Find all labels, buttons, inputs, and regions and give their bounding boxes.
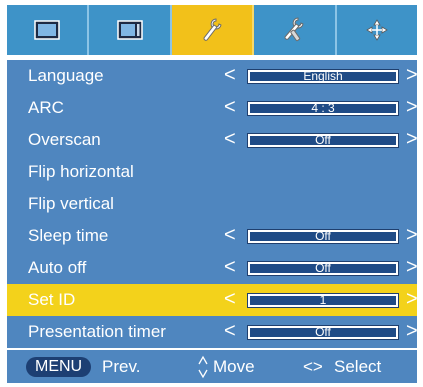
menu-label: Flip vertical <box>28 194 114 213</box>
prev-label: Prev. <box>102 357 141 376</box>
left-right-key: <> <box>303 357 323 376</box>
right-arrow-icon[interactable]: > <box>406 92 418 124</box>
menu-label: Auto off <box>28 258 87 277</box>
select-label: Select <box>334 357 382 376</box>
right-arrow-icon[interactable]: > <box>406 316 418 348</box>
left-arrow-icon[interactable]: < <box>224 92 236 124</box>
left-arrow-icon[interactable]: < <box>224 220 236 252</box>
right-arrow-icon[interactable]: > <box>406 60 418 92</box>
settings-menu: Language < English > ARC < 4 : 3 > Overs… <box>7 60 418 348</box>
menu-row-sleep-time[interactable]: Sleep time < Off > <box>7 220 418 252</box>
up-down-icon <box>197 354 209 380</box>
menu-row-language[interactable]: Language < English > <box>7 60 418 92</box>
menu-label: Language <box>28 66 104 85</box>
value-text: 1 <box>319 293 327 307</box>
menu-label: Overscan <box>28 130 101 149</box>
left-arrow-icon[interactable]: < <box>224 60 236 92</box>
value-text: 4 : 3 <box>311 101 335 115</box>
tab-options[interactable] <box>171 5 255 55</box>
tab-bar <box>7 5 417 55</box>
menu-label: ARC <box>28 98 64 117</box>
value-text: Off <box>315 133 331 147</box>
value-text: Off <box>315 325 331 339</box>
menu-label: Flip horizontal <box>28 162 134 181</box>
menu-row-set-id[interactable]: Set ID < 1 > <box>7 284 418 316</box>
tab-tools[interactable] <box>254 5 337 55</box>
picture-icon <box>34 20 60 40</box>
menu-key-badge: MENU <box>26 357 92 377</box>
left-arrow-icon[interactable]: < <box>224 252 236 284</box>
value-box: English <box>247 69 399 84</box>
menu-row-auto-off[interactable]: Auto off < Off > <box>7 252 418 284</box>
tab-picture[interactable] <box>7 5 90 55</box>
menu-label: Sleep time <box>28 226 109 245</box>
value-box: Off <box>247 325 399 340</box>
right-arrow-icon[interactable]: > <box>406 252 418 284</box>
tab-screen[interactable] <box>89 5 172 55</box>
menu-row-flip-vertical[interactable]: Flip vertical <box>7 188 417 220</box>
menu-row-arc[interactable]: ARC < 4 : 3 > <box>7 92 418 124</box>
menu-row-flip-horizontal[interactable]: Flip horizontal <box>7 156 417 188</box>
footer-help-bar: MENU Prev. Move <> Select <box>7 350 417 383</box>
value-text: Off <box>315 229 331 243</box>
value-box: 1 <box>247 293 399 308</box>
value-text: Off <box>315 261 331 275</box>
left-arrow-icon[interactable]: < <box>224 284 236 316</box>
input-arrows-icon <box>364 17 390 43</box>
wrench-icon <box>199 16 225 44</box>
left-arrow-icon[interactable]: < <box>224 316 236 348</box>
value-box: Off <box>247 261 399 276</box>
menu-label: Set ID <box>28 290 76 309</box>
right-arrow-icon[interactable]: > <box>406 220 418 252</box>
value-box: 4 : 3 <box>247 101 399 116</box>
value-box: Off <box>247 133 399 148</box>
value-box: Off <box>247 229 399 244</box>
menu-label: Presentation timer <box>28 322 166 341</box>
osd-menu: Language < English > ARC < 4 : 3 > Overs… <box>7 5 418 383</box>
tab-input[interactable] <box>337 5 417 55</box>
screen-icon <box>116 20 143 40</box>
left-arrow-icon[interactable]: < <box>224 124 236 156</box>
menu-row-presentation-timer[interactable]: Presentation timer < Off > <box>7 316 418 348</box>
right-arrow-icon[interactable]: > <box>406 124 418 156</box>
right-arrow-icon[interactable]: > <box>406 284 418 316</box>
menu-row-overscan[interactable]: Overscan < Off > <box>7 124 418 156</box>
tools-icon <box>280 16 308 44</box>
move-label: Move <box>213 357 255 376</box>
value-text: English <box>303 69 343 83</box>
